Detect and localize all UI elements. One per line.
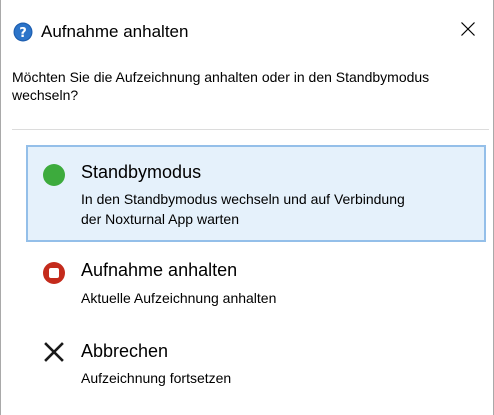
x-cancel-icon bbox=[42, 340, 66, 364]
close-icon bbox=[460, 21, 476, 42]
option-cancel-description: Aufzeichnung fortsetzen bbox=[81, 370, 232, 386]
close-button[interactable] bbox=[451, 14, 485, 48]
question-icon: ? bbox=[13, 22, 33, 42]
option-standby-title: Standbymodus bbox=[81, 162, 202, 182]
option-stop-recording-description: Aktuelle Aufzeichnung anhalten bbox=[81, 290, 277, 306]
option-standby[interactable]: Standbymodus In den Standbymodus wechsel… bbox=[26, 145, 486, 242]
window-title: Aufnahme anhalten bbox=[41, 22, 189, 41]
option-standby-description: In den Standbymodus wechseln und auf Ver… bbox=[81, 191, 405, 227]
divider bbox=[12, 129, 489, 130]
option-cancel[interactable]: Abbrechen Aufzeichnung fortsetzen bbox=[26, 330, 486, 396]
option-stop-recording-title: Aufnahme anhalten bbox=[81, 260, 238, 280]
svg-text:?: ? bbox=[19, 26, 27, 41]
title-bar: ? Aufnahme anhalten bbox=[1, 0, 493, 52]
option-stop-recording[interactable]: Aufnahme anhalten Aktuelle Aufzeichnung … bbox=[26, 253, 486, 319]
option-cancel-title: Abbrechen bbox=[81, 341, 169, 361]
red-stop-icon bbox=[42, 261, 66, 285]
dialog-window: ? Aufnahme anhalten Möchten Sie die Aufz… bbox=[0, 0, 494, 415]
prompt-text: Möchten Sie die Aufzeichnung anhalten od… bbox=[12, 69, 430, 103]
green-circle-icon bbox=[42, 163, 66, 187]
